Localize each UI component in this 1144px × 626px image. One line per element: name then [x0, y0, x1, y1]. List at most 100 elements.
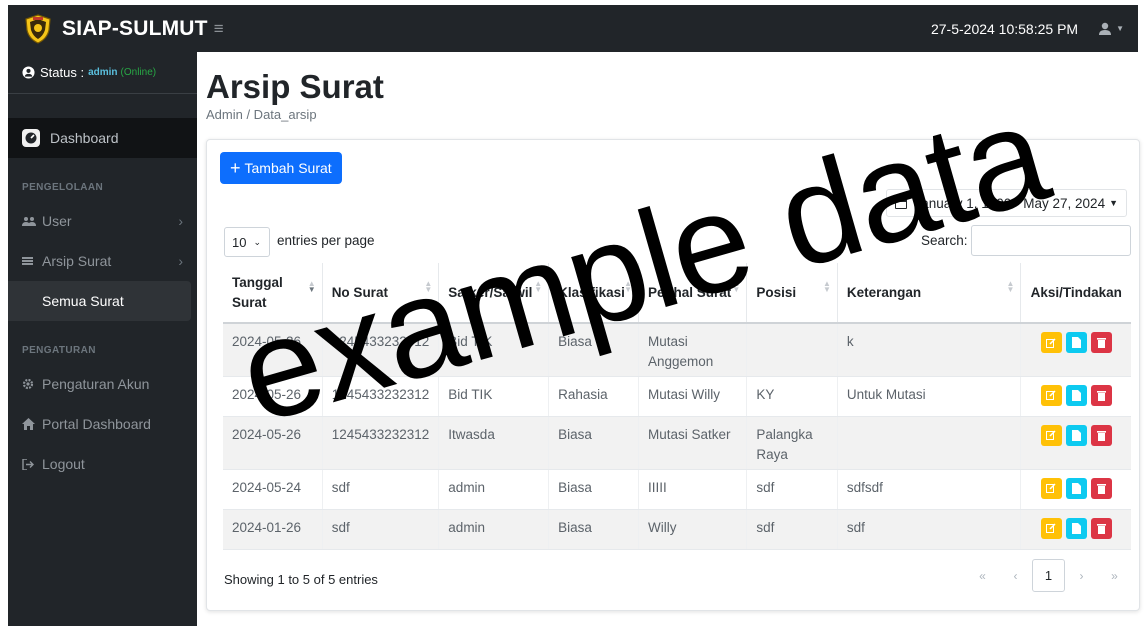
edit-button[interactable]: [1040, 477, 1062, 499]
user-menu[interactable]: ▼: [1098, 22, 1124, 36]
view-button[interactable]: [1065, 332, 1087, 353]
sidebar-item-label: Pengaturan Akun: [42, 376, 150, 392]
edit-icon: [1046, 523, 1056, 533]
next-page-button[interactable]: ›: [1065, 559, 1098, 592]
column-header-posisi[interactable]: Posisi ▲ ▼: [746, 263, 838, 324]
file-icon: [1071, 482, 1081, 494]
table-row: 2024-05-26 1245433232312 Bid TIK Rahasia…: [223, 376, 1131, 417]
sidebar-item-label: Portal Dashboard: [42, 416, 151, 432]
prev-page-button[interactable]: ‹: [999, 559, 1032, 592]
sidebar-heading-pengelolaan: PENGELOLAAN: [22, 182, 104, 193]
add-letter-button[interactable]: + Tambah Surat: [220, 152, 342, 184]
delete-button[interactable]: [1090, 477, 1112, 499]
trash-icon: [1096, 430, 1106, 441]
table-header-row: Tanggal Surat ▲ ▼ No Surat ▲ ▼ Satker/Satwil…: [223, 263, 1131, 324]
sort-icon: ▲ ▼: [307, 279, 316, 294]
status-label: Status :: [40, 65, 85, 80]
search-input[interactable]: [971, 225, 1131, 256]
cell-perihal: Mutasi Willy: [638, 376, 748, 417]
delete-button[interactable]: [1090, 332, 1112, 353]
cell-actions: [1020, 509, 1131, 550]
first-page-button[interactable]: «: [966, 559, 999, 592]
cell-keterangan: [837, 416, 1022, 470]
plus-icon: +: [230, 158, 241, 178]
caret-down-icon: ▼: [1109, 198, 1118, 208]
column-header-perihal[interactable]: Perihal Surat ▲ ▼: [638, 263, 748, 324]
view-button[interactable]: [1065, 384, 1087, 406]
sort-icon: ▲ ▼: [822, 279, 831, 294]
sidebar-item-logout[interactable]: Logout: [8, 444, 197, 484]
user-icon: [1099, 22, 1112, 35]
chevron-down-icon: ⌄: [253, 236, 262, 247]
cell-tanggal: 2024-05-26: [223, 376, 323, 417]
trash-icon: [1096, 523, 1106, 534]
sidebar-item-arsip-surat[interactable]: Arsip Surat ›: [8, 241, 197, 281]
delete-button[interactable]: [1090, 517, 1112, 539]
sort-icon: ▲ ▼: [624, 279, 632, 294]
cell-tanggal: 2024-01-26: [223, 509, 323, 550]
date-range-picker[interactable]: January 1, 1900 - May 27, 2024 ▼: [886, 189, 1127, 217]
cell-posisi: KY: [746, 376, 838, 417]
cell-klasifikasi: Biasa: [548, 509, 639, 550]
cell-posisi: [746, 323, 838, 377]
column-header-no-surat[interactable]: No Surat ▲ ▼: [322, 263, 440, 324]
last-page-button[interactable]: »: [1098, 559, 1131, 592]
status-online: (Online): [120, 67, 157, 78]
archive-icon: [22, 256, 36, 267]
edit-button[interactable]: [1040, 424, 1062, 446]
hamburger-icon[interactable]: ≡: [214, 19, 224, 39]
edit-button[interactable]: [1040, 384, 1062, 406]
cell-keterangan: k: [837, 323, 1022, 377]
table-row: 2024-05-26 1245433232312 Bid TIK Biasa M…: [223, 323, 1131, 377]
add-letter-label: Tambah Surat: [244, 160, 332, 176]
sidebar-item-label: Logout: [42, 456, 85, 472]
sidebar-item-user[interactable]: User ›: [8, 201, 197, 241]
sidebar-item-pengaturan-akun[interactable]: Pengaturan Akun: [8, 364, 197, 404]
column-header-klasifikasi[interactable]: Klasifikasi ▲ ▼: [548, 263, 639, 324]
cell-posisi: Palangka Raya: [746, 416, 838, 470]
sort-icon: ▲ ▼: [732, 279, 741, 294]
sort-icon: ▲ ▼: [424, 279, 433, 294]
police-badge-logo: [25, 13, 51, 44]
sidebar-heading-pengaturan: PENGATURAN: [22, 345, 96, 356]
column-header-satker[interactable]: Satker/Satwil ▲ ▼: [438, 263, 550, 324]
sidebar-item-semua-surat[interactable]: Semua Surat: [8, 281, 191, 321]
cell-no-surat: 1245433232312: [322, 376, 440, 417]
cell-klasifikasi: Biasa: [548, 323, 639, 377]
view-button[interactable]: [1065, 424, 1087, 446]
date-range-value: January 1, 1900 - May 27, 2024: [914, 195, 1106, 211]
entries-label: entries per page: [277, 233, 375, 248]
edit-icon: [1046, 337, 1056, 348]
view-button[interactable]: [1065, 477, 1087, 499]
cell-satker: Bid TIK: [438, 323, 550, 377]
file-icon: [1071, 429, 1081, 441]
edit-button[interactable]: [1040, 332, 1062, 353]
view-button[interactable]: [1065, 517, 1087, 539]
column-header-keterangan[interactable]: Keterangan ▲ ▼: [837, 263, 1022, 324]
top-navbar: SIAP-SULMUT ≡ 27-5-2024 10:58:25 PM ▼: [8, 5, 1138, 52]
sidebar-item-dashboard[interactable]: Dashboard: [8, 118, 197, 158]
delete-button[interactable]: [1090, 384, 1112, 406]
entries-per-page-select[interactable]: 10 ⌄: [224, 227, 270, 257]
home-icon: [22, 418, 36, 430]
edit-icon: [1046, 390, 1056, 400]
archive-card: + Tambah Surat January 1, 1900 - May 27,…: [206, 139, 1140, 611]
delete-button[interactable]: [1090, 424, 1112, 446]
cell-perihal: IIIII: [638, 469, 748, 510]
page-button[interactable]: 1: [1032, 559, 1065, 592]
app-name: SIAP-SULMUT: [62, 16, 208, 40]
users-icon: [22, 216, 36, 227]
sidebar-item-portal-dashboard[interactable]: Portal Dashboard: [8, 404, 197, 444]
cell-tanggal: 2024-05-26: [223, 416, 323, 470]
brand[interactable]: SIAP-SULMUT: [8, 5, 208, 52]
breadcrumb: Admin / Data_arsip: [206, 107, 317, 122]
cell-perihal: Willy: [638, 509, 748, 550]
edit-button[interactable]: [1040, 517, 1062, 539]
cell-actions: [1020, 416, 1131, 470]
file-icon: [1071, 337, 1081, 348]
cell-posisi: sdf: [746, 509, 838, 550]
cell-actions: [1020, 323, 1131, 377]
column-header-tanggal[interactable]: Tanggal Surat ▲ ▼: [223, 263, 323, 324]
cell-klasifikasi: Rahasia: [548, 376, 639, 417]
cell-keterangan: sdf: [837, 509, 1022, 550]
